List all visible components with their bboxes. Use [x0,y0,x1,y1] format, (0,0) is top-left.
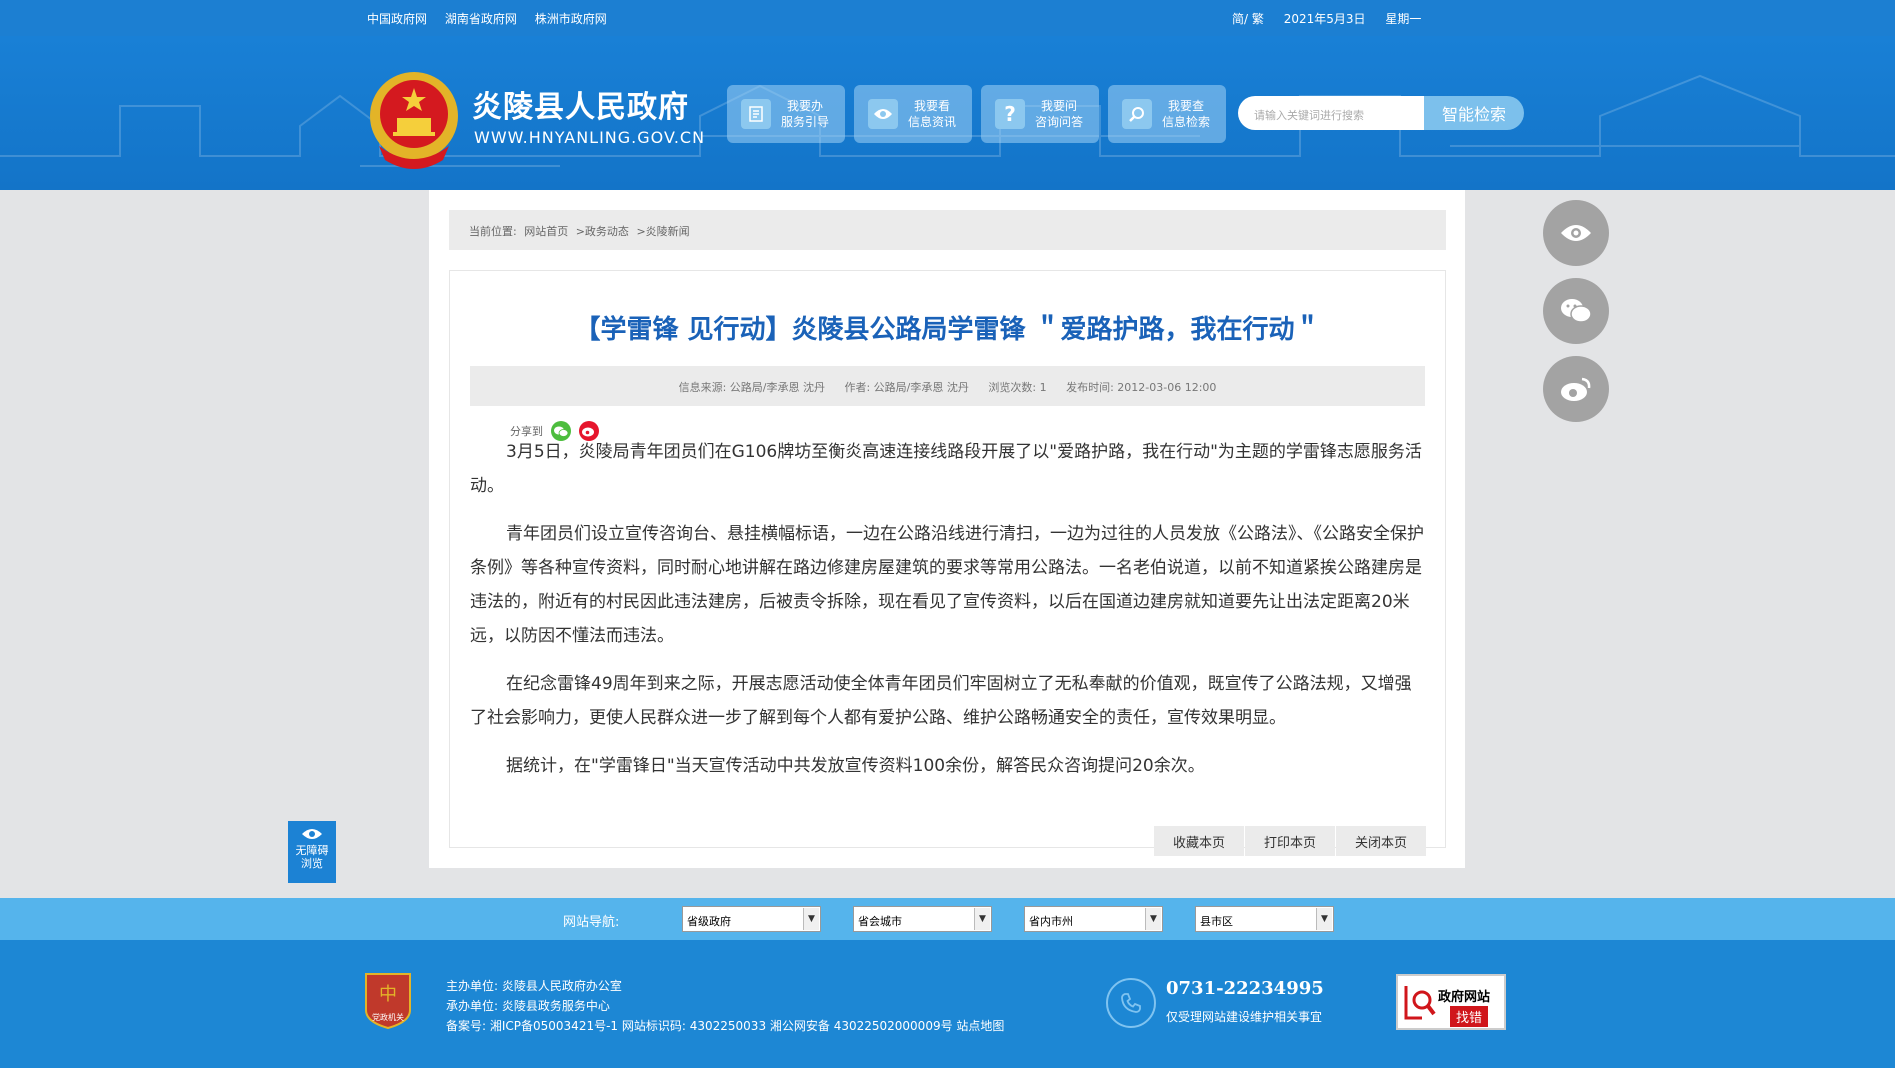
footer-organizer: 承办单位: 炎陵县政务服务中心 [446,999,610,1013]
breadcrumb-prefix: 当前位置: [469,225,517,238]
button-line1: 我要问 [1041,99,1078,113]
service-guide-button[interactable]: 我要办 服务引导 [727,85,845,143]
top-right-info: 简/ 繁 2021年5月3日 星期一 [1232,10,1437,27]
wechat-icon [1561,299,1592,323]
current-date: 2021年5月3日 [1283,12,1366,26]
link-zhuzhou-gov[interactable]: 株洲市政府网 [535,12,607,26]
contact-phone: 0731-22234995 [1166,978,1324,999]
county-select[interactable]: 县市区 ▼ [1195,906,1334,932]
question-icon: ? [995,99,1025,129]
footer-host: 主办单位: 炎陵县人民政府办公室 [446,979,622,993]
footer-info: 主办单位: 炎陵县人民政府办公室 承办单位: 炎陵县政务服务中心 备案号: 湘I… [446,976,1004,1036]
print-page-button[interactable]: 打印本页 [1245,826,1335,856]
site-url: WWW.HNYANLING.GOV.CN [474,128,706,147]
capital-city-select[interactable]: 省会城市 ▼ [853,906,992,932]
eye-icon [1561,225,1591,241]
article-paragraph: 3月5日，炎陵局青年团员们在G106牌坊至衡炎高速连接线路段开展了以"爱路护路，… [470,442,1422,496]
gov-links: 中国政府网 湖南省政府网 株洲市政府网 [367,10,621,27]
article-paragraph: 青年团员们设立宣传咨询台、悬挂横幅标语，一边在公路沿线进行清扫，一边为过往的人员… [470,524,1424,646]
search-input[interactable]: 请输入关键词进行搜索 [1238,96,1424,130]
article-title: 【学雷锋 见行动】炎陵县公路局学雷锋 ＂爱路护路，我在行动＂ [574,315,1321,345]
select-value: 县市区 [1200,915,1233,928]
select-value: 省级政府 [687,915,731,928]
article-meta: 信息来源: 公路局/李承恩 沈丹 作者: 公路局/李承恩 沈丹 浏览次数: 1 … [470,366,1425,406]
footer-record: 备案号: 湘ICP备05003421号-1 网站标识码: 4302250033 … [446,1019,1005,1033]
info-news-button[interactable]: 我要看 信息资讯 [854,85,972,143]
meta-author: 作者: 公路局/李承恩 沈丹 [844,381,969,394]
button-line2: 信息资讯 [908,115,957,129]
gov-badge-line2: 找错 [1450,1006,1489,1027]
main-content: 当前位置: 网站首页 >政务动态 >炎陵新闻 【学雷锋 见行动】炎陵县公路局学雷… [429,190,1465,868]
close-page-button[interactable]: 关闭本页 [1336,826,1426,856]
script-toggle[interactable]: 简/ 繁 [1232,12,1264,26]
party-badge-text: 党政机关 [372,1012,404,1022]
article: 【学雷锋 见行动】炎陵县公路局学雷锋 ＂爱路护路，我在行动＂ 信息来源: 公路局… [449,270,1446,856]
eye-icon [302,829,322,839]
button-line1: 我要查 [1168,99,1205,113]
breadcrumb-home[interactable]: 网站首页 [524,225,568,238]
accessibility-button[interactable]: 无障碍 浏览 [288,821,336,883]
gov-badge-line1: 政府网站 [1438,990,1491,1005]
float-view-button[interactable] [1543,200,1609,266]
search-icon [1122,99,1152,129]
chevron-down-icon: ▼ [974,908,990,930]
site-title: 炎陵县人民政府 [472,90,689,125]
button-line1: 我要看 [914,99,951,113]
accessibility-label-line1: 无障碍 [295,844,329,857]
meta-date: 发布时间: 2012-03-06 12:00 [1066,381,1217,394]
select-value: 省会城市 [858,915,902,928]
button-line2: 信息检索 [1162,115,1211,129]
chevron-down-icon: ▼ [1316,908,1332,930]
article-actions: 收藏本页 打印本页 关闭本页 [1153,826,1426,856]
national-emblem-icon [370,72,458,169]
breadcrumb-gov-affairs[interactable]: >政务动态 [576,225,629,238]
eye-icon [868,99,898,129]
weibo-icon [1561,377,1591,401]
button-line1: 我要办 [787,99,824,113]
meta-source: 信息来源: 公路局/李承恩 沈丹 [678,381,825,394]
document-icon [741,99,771,129]
party-gov-badge-icon[interactable]: 中 党政机关 [362,970,414,1030]
footer: 中 党政机关 主办单位: 炎陵县人民政府办公室 承办单位: 炎陵县政务服务中心 … [0,940,1895,1068]
province-gov-select[interactable]: 省级政府 ▼ [682,906,821,932]
svg-text:中: 中 [379,984,397,1005]
accessibility-label-line2: 浏览 [301,857,323,870]
select-value: 省内市州 [1029,915,1073,928]
site-nav-label: 网站导航: [563,915,620,930]
meta-views: 浏览次数: 1 [988,381,1047,394]
article-body: 3月5日，炎陵局青年团员们在G106牌坊至衡炎高速连接线路段开展了以"爱路护路，… [470,435,1428,797]
contact-phone-note: 仅受理网站建设维护相关事宜 [1166,1010,1323,1024]
gov-site-error-report-button[interactable]: 政府网站 找错 [1396,974,1506,1030]
article-paragraph: 在纪念雷锋49周年到来之际，开展志愿活动使全体青年团员们牢固树立了无私奉献的价值… [470,674,1412,728]
header: 炎陵县人民政府 WWW.HNYANLING.GOV.CN 我要办服务引导 我要看… [0,36,1895,190]
magnifier-icon [1404,986,1436,1020]
province-city-select[interactable]: 省内市州 ▼ [1024,906,1163,932]
qa-button[interactable]: ? 我要问咨询问答 [981,85,1099,143]
float-wechat-button[interactable] [1543,278,1609,344]
site-nav-bar: 网站导航: 省级政府 ▼ 省会城市 ▼ 省内市州 ▼ 县市区 ▼ [0,898,1895,940]
info-search-button[interactable]: 我要查 信息检索 [1108,85,1226,143]
chevron-down-icon: ▼ [1145,908,1161,930]
link-hunan-gov[interactable]: 湖南省政府网 [445,12,517,26]
button-line2: 咨询问答 [1035,115,1084,129]
smart-search-button[interactable]: 智能检索 [1424,96,1524,130]
current-weekday: 星期一 [1385,12,1422,26]
chevron-down-icon: ▼ [803,908,819,930]
breadcrumb: 当前位置: 网站首页 >政务动态 >炎陵新闻 [449,210,1446,250]
button-line2: 服务引导 [781,115,830,129]
top-bar: 中国政府网 湖南省政府网 株洲市政府网 简/ 繁 2021年5月3日 星期一 [0,0,1895,36]
breadcrumb-news[interactable]: >炎陵新闻 [636,225,689,238]
phone-icon [1106,978,1156,1028]
bookmark-page-button[interactable]: 收藏本页 [1154,826,1244,856]
link-china-gov[interactable]: 中国政府网 [367,12,427,26]
article-paragraph: 据统计，在"学雷锋日"当天宣传活动中共发放宣传资料100余份，解答民众咨询提问2… [506,756,1205,776]
float-weibo-button[interactable] [1543,356,1609,422]
